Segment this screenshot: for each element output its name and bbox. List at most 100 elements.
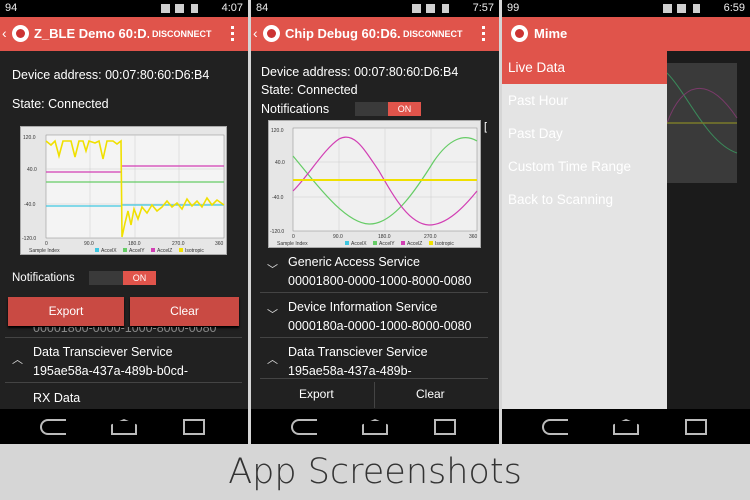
screen-title: Z_BLE Demo 60:D... (34, 26, 149, 41)
chevron-up-icon[interactable]: ︿ (12, 351, 23, 367)
disconnect-button[interactable]: DISCONNECT (403, 29, 463, 39)
clipped-text-fragment: [ (484, 121, 488, 133)
legend-entry: Isotropic (435, 241, 454, 247)
recents-nav-icon[interactable] (183, 419, 205, 435)
legend-entry: AccelY (129, 248, 145, 254)
status-time: 7:57 (472, 2, 494, 14)
overflow-menu-icon[interactable] (482, 26, 485, 41)
back-icon[interactable]: ‹ (253, 25, 258, 41)
drawer-item-back-to-scanning[interactable]: Back to Scanning (502, 183, 667, 216)
drawer-item-past-hour[interactable]: Past Hour (502, 84, 667, 117)
service-name[interactable]: Data Transciever Service (288, 345, 428, 359)
home-nav-icon[interactable] (362, 419, 388, 435)
y-tick: -120.0 (270, 229, 284, 235)
wifi-icon (426, 4, 435, 13)
battery-icon (191, 4, 198, 13)
drawer-item-past-day[interactable]: Past Day (502, 117, 667, 150)
service-name[interactable]: Device Information Service (288, 300, 437, 314)
battery-icon (693, 4, 700, 13)
divider (260, 378, 488, 379)
navigation-bar (251, 409, 499, 444)
app-logo-icon (263, 25, 280, 42)
x-tick: 360 (215, 241, 224, 247)
status-left-text: 84 (256, 2, 269, 14)
back-nav-icon[interactable] (542, 419, 568, 435)
screen-title: Mime (534, 26, 568, 41)
chevron-up-icon[interactable]: ︿ (267, 351, 278, 367)
toggle-track (355, 102, 389, 116)
app-logo-icon (12, 25, 29, 42)
home-nav-icon[interactable] (613, 419, 639, 435)
characteristic-name[interactable]: RX Data (33, 391, 80, 405)
notifications-label: Notifications (12, 272, 75, 284)
y-tick: -40.0 (24, 202, 36, 208)
y-tick: 120.0 (23, 135, 36, 141)
x-tick: 90.0 (333, 234, 343, 240)
status-left-text: 99 (507, 2, 520, 14)
recents-nav-icon[interactable] (685, 419, 707, 435)
legend-entry: AccelZ (407, 241, 422, 247)
notifications-label: Notifications (261, 102, 330, 116)
navigation-bar (502, 409, 750, 444)
drawer-item-custom-time-range[interactable]: Custom Time Range (502, 150, 667, 183)
back-nav-icon[interactable] (291, 419, 317, 435)
screen-title: Chip Debug 60:D6... (285, 26, 400, 41)
x-tick: 270.0 (424, 234, 437, 240)
navigation-drawer: Live Data Past Hour Past Day Custom Time… (502, 51, 667, 411)
background-chart-area (667, 51, 750, 409)
sensor-chart: 120.0 40.0 -40.0 -120.0 0 90.0 180.0 270… (20, 126, 227, 255)
caption: App Screenshots (0, 444, 750, 500)
app-logo-icon[interactable] (511, 25, 528, 42)
back-nav-icon[interactable] (40, 419, 66, 435)
service-name[interactable]: Generic Access Service (288, 255, 420, 269)
recents-nav-icon[interactable] (434, 419, 456, 435)
legend-entry: AccelY (379, 241, 395, 247)
service-name[interactable]: Data Transciever Service (33, 345, 173, 359)
partial-service-uuid: 00001800-0000-1000-8000-0080 (33, 327, 217, 335)
status-left-text: 94 (5, 2, 18, 14)
sensor-chart-svg: 120.0 40.0 -40.0 -120.0 0 90.0 180.0 270… (270, 127, 478, 247)
y-tick: 40.0 (27, 167, 37, 173)
status-time: 4:07 (221, 2, 243, 14)
status-bar: 99 6:59 (502, 0, 750, 17)
status-bar: 94 4:07 (0, 0, 248, 17)
x-tick: 0 (292, 234, 295, 240)
x-axis-label: Sample Index (277, 241, 308, 247)
clear-button[interactable]: Clear (130, 297, 239, 326)
legend-entry: AccelX (351, 241, 367, 247)
action-bar: ‹ Chip Debug 60:D6... DISCONNECT (251, 17, 499, 51)
x-tick: 0 (45, 241, 48, 247)
signal-icon (161, 4, 170, 13)
notifications-toggle[interactable]: ON (123, 271, 156, 285)
battery-icon (442, 4, 449, 13)
x-tick: 180.0 (378, 234, 391, 240)
legend-entry: AccelZ (157, 248, 172, 254)
notifications-toggle[interactable]: ON (388, 102, 421, 116)
overflow-menu-icon[interactable] (231, 26, 234, 41)
chevron-down-icon[interactable]: ﹀ (267, 261, 278, 277)
phone-screen-chip-debug: 84 7:57 ‹ Chip Debug 60:D6... DISCONNECT… (251, 0, 499, 444)
service-uuid: 00001800-0000-1000-8000-0080 (288, 274, 472, 288)
export-button[interactable]: Export (8, 297, 124, 326)
phone-screen-ble-demo: 94 4:07 ‹ Z_BLE Demo 60:D... DISCONNECT … (0, 0, 248, 444)
wifi-icon (677, 4, 686, 13)
signal-icon (412, 4, 421, 13)
service-uuid: 195ae58a-437a-489b-b0cd- (33, 364, 188, 378)
clear-button[interactable]: Clear (416, 387, 445, 401)
sensor-chart: 120.0 40.0 -40.0 -120.0 0 90.0 180.0 270… (268, 120, 481, 248)
y-tick: 40.0 (275, 160, 285, 166)
disconnect-button[interactable]: DISCONNECT (152, 29, 212, 39)
signal-icon (663, 4, 672, 13)
status-time: 6:59 (723, 2, 745, 14)
device-address: Device address: 00:07:80:60:D6:B4 (12, 68, 210, 82)
connection-state: State: Connected (12, 97, 109, 111)
back-icon[interactable]: ‹ (2, 25, 7, 41)
drawer-item-live-data[interactable]: Live Data (502, 51, 667, 84)
status-bar: 84 7:57 (251, 0, 499, 17)
service-uuid: 0000180a-0000-1000-8000-0080 (288, 319, 472, 333)
device-detail-content: Device address: 00:07:80:60:D6:B4 State:… (251, 51, 499, 409)
chevron-down-icon[interactable]: ﹀ (267, 306, 278, 322)
export-button[interactable]: Export (299, 387, 334, 401)
legend-entry: Isotropic (185, 248, 204, 254)
home-nav-icon[interactable] (111, 419, 137, 435)
